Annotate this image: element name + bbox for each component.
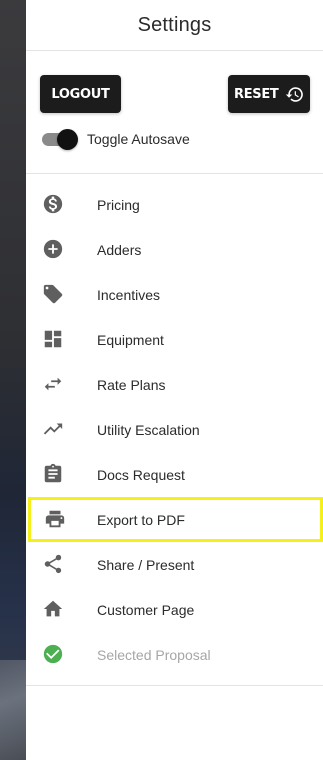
clipboard-icon: [42, 463, 64, 485]
autosave-switch[interactable]: [40, 128, 78, 150]
menu-item-label: Incentives: [97, 286, 161, 303]
menu-item-share-present[interactable]: Share / Present: [26, 542, 323, 587]
dollar-circle-icon: [42, 193, 64, 215]
swap-arrows-icon: [42, 373, 64, 395]
switch-thumb: [57, 129, 78, 150]
plus-circle-icon: [42, 238, 64, 260]
background-page: [0, 0, 26, 760]
menu-item-pricing[interactable]: Pricing: [26, 182, 323, 227]
drawer-title: Settings: [26, 0, 323, 51]
reset-label: RESET: [234, 86, 279, 102]
autosave-label: Toggle Autosave: [87, 131, 190, 147]
menu-item-docs-request[interactable]: Docs Request: [26, 452, 323, 497]
background-photo: [0, 660, 26, 760]
share-icon: [42, 553, 64, 575]
menu-item-label: Customer Page: [97, 601, 195, 618]
menu-item-label: Selected Proposal: [97, 646, 211, 663]
menu-item-label: Export to PDF: [97, 511, 185, 528]
dashboard-icon: [42, 328, 64, 350]
menu-item-utility-escalation[interactable]: Utility Escalation: [26, 407, 323, 452]
menu-item-label: Rate Plans: [97, 376, 166, 393]
menu-item-incentives[interactable]: Incentives: [26, 272, 323, 317]
menu-item-export-pdf[interactable]: Export to PDF: [28, 497, 323, 542]
menu-item-label: Share / Present: [97, 556, 195, 573]
menu-item-selected-proposal: Selected Proposal: [26, 632, 323, 677]
divider-top: [26, 173, 323, 174]
logout-button[interactable]: LOGOUT: [40, 75, 121, 113]
printer-icon: [44, 508, 66, 530]
action-buttons: LOGOUT RESET: [40, 75, 310, 113]
autosave-toggle-row: Toggle Autosave: [40, 126, 190, 152]
settings-menu: Pricing Adders Incentives Equipment Rate…: [26, 182, 323, 677]
menu-item-label: Pricing: [97, 196, 140, 213]
divider-bottom: [26, 685, 323, 686]
menu-item-customer-page[interactable]: Customer Page: [26, 587, 323, 632]
history-icon: [285, 86, 303, 102]
menu-item-equipment[interactable]: Equipment: [26, 317, 323, 362]
home-icon: [42, 598, 64, 620]
check-circle-icon: [42, 643, 64, 665]
reset-button[interactable]: RESET: [228, 75, 310, 113]
menu-item-label: Utility Escalation: [97, 421, 200, 438]
tag-icon: [42, 283, 64, 305]
trending-up-icon: [42, 418, 64, 440]
menu-item-rate-plans[interactable]: Rate Plans: [26, 362, 323, 407]
menu-item-label: Adders: [97, 241, 142, 258]
menu-item-label: Equipment: [97, 331, 164, 348]
settings-drawer: Settings LOGOUT RESET Toggle Autosave Pr…: [26, 0, 323, 760]
menu-item-adders[interactable]: Adders: [26, 227, 323, 272]
menu-item-label: Docs Request: [97, 466, 185, 483]
